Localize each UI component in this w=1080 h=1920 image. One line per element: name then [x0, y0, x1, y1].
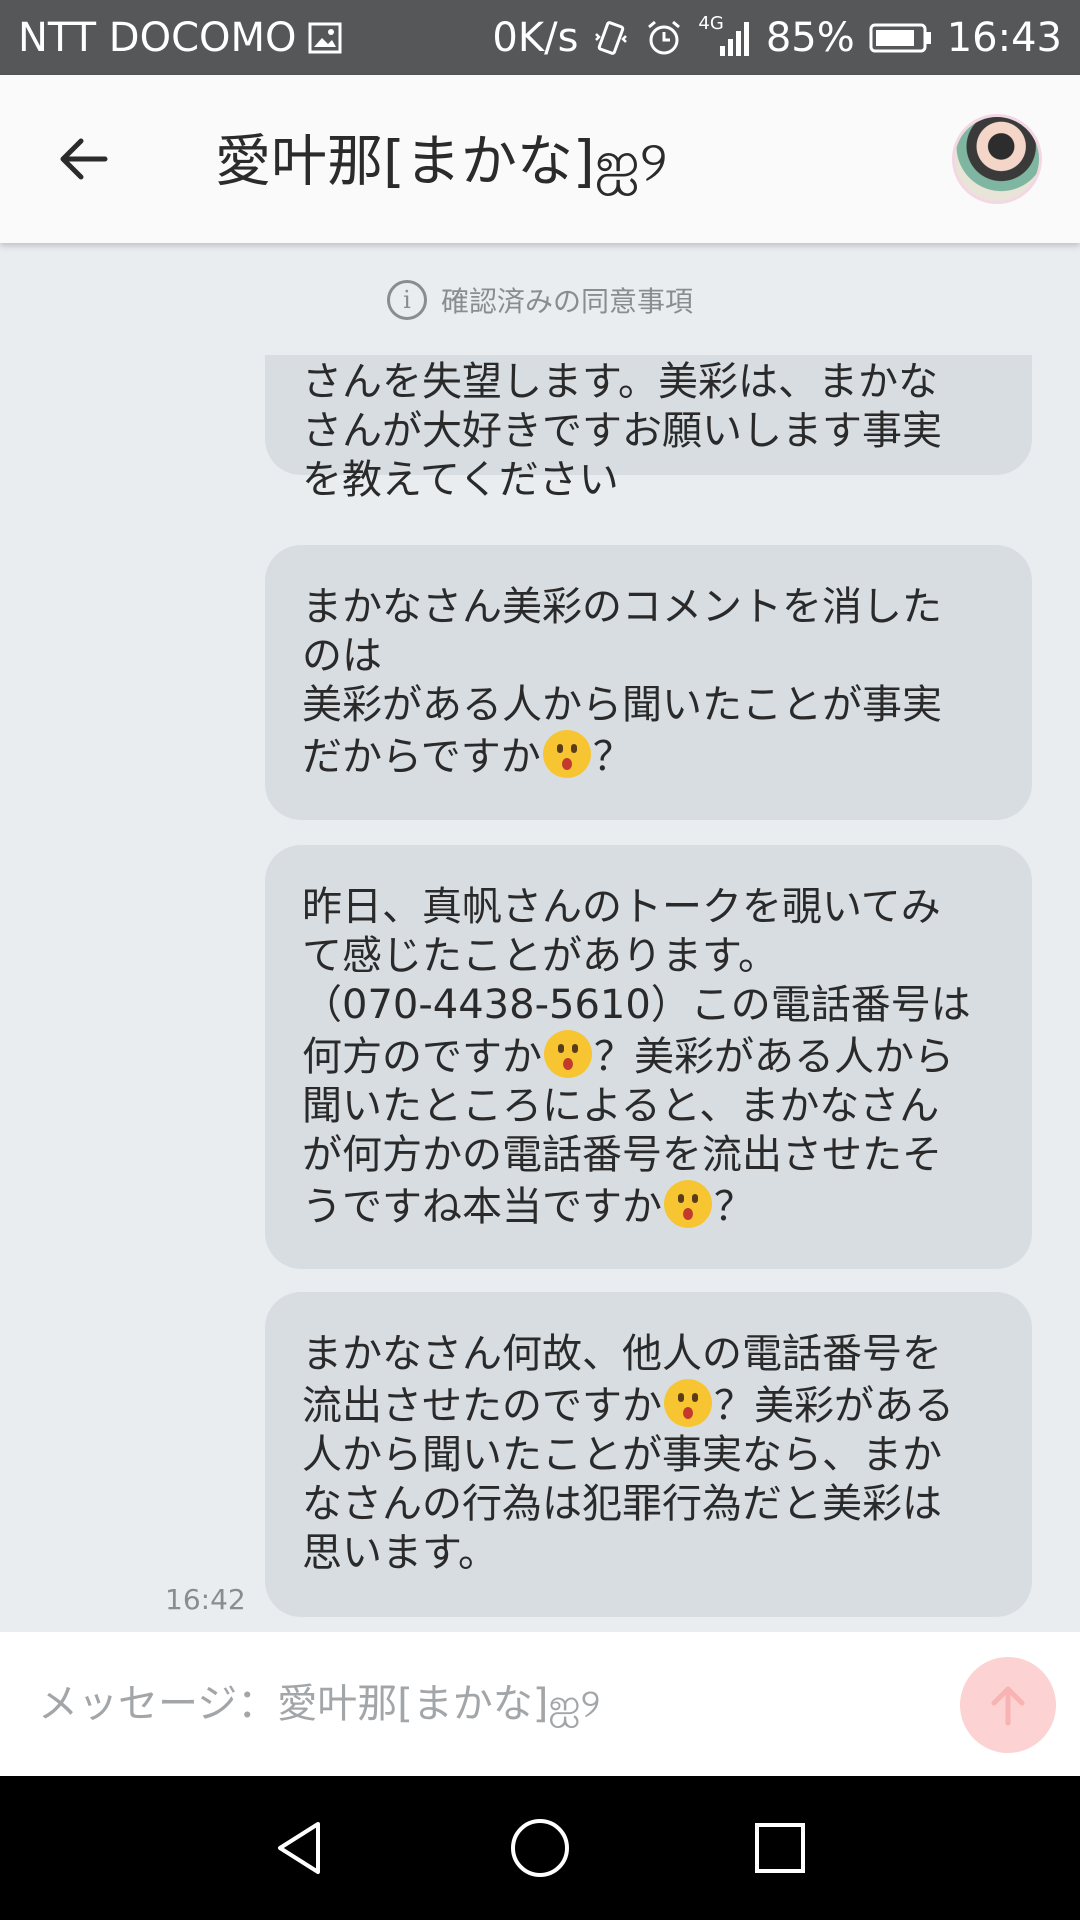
message-text: さんを失望します。美彩は、まかな さんが大好きですお願いします事実 を教えてくだ… — [302, 359, 942, 503]
message-input[interactable] — [38, 1664, 918, 1744]
send-button[interactable] — [960, 1657, 1056, 1753]
arrow-up-icon — [991, 1686, 1025, 1726]
battery-icon — [869, 22, 933, 54]
signal-icon: 4G — [698, 13, 751, 58]
status-left: NTT DOCOMO — [18, 15, 343, 61]
back-button[interactable] — [48, 124, 118, 194]
message-text: ？ — [714, 1184, 754, 1230]
battery-percent: 85% — [765, 14, 855, 61]
message-text: ？ — [592, 734, 633, 780]
nav-back-button[interactable] — [250, 1798, 350, 1898]
network-type: 4G — [698, 13, 724, 34]
carrier-name: NTT DOCOMO — [18, 14, 297, 61]
consent-notice[interactable]: i 確認済みの同意事項 — [0, 270, 1080, 330]
message-bubble[interactable]: さんを失望します。美彩は、まかな さんが大好きですお願いします事実 を教えてくだ… — [265, 355, 1032, 503]
home-circle-icon — [511, 1819, 569, 1877]
message-list[interactable]: さんを失望します。美彩は、まかな さんが大好きですお願いします事実 を教えてくだ… — [0, 355, 1080, 1630]
net-speed: 0K/s — [492, 14, 579, 61]
hushed-face-emoji-icon — [544, 1030, 592, 1078]
image-icon — [307, 20, 343, 56]
message-timestamp: 16:42 — [165, 1583, 246, 1616]
hushed-face-emoji-icon — [542, 730, 591, 778]
message-bubble[interactable]: まかなさん何故、他人の電話番号を 流出させたのですか ？美彩がある 人から聞いたこ… — [265, 1292, 1032, 1617]
consent-notice-text: 確認済みの同意事項 — [440, 285, 693, 318]
info-icon: i — [386, 280, 427, 320]
vibrate-icon — [592, 18, 630, 58]
status-right: 0K/s 4G 85% 16:43 — [492, 13, 1062, 61]
chat-title: 愛叶那[まかな]ஐ୨ — [215, 129, 668, 195]
alarm-icon — [644, 18, 684, 58]
back-triangle-icon — [278, 1822, 320, 1874]
hushed-face-emoji-icon — [664, 1379, 712, 1427]
app-bar: 愛叶那[まかな]ஐ୨ — [0, 75, 1080, 243]
status-bar: NTT DOCOMO 0K/s 4G 85% 16:43 — [0, 0, 1080, 75]
message-bubble[interactable]: 昨日、真帆さんのトークを覗いてみ て感じたことがあります。 （070-4438-… — [265, 845, 1032, 1269]
hushed-face-emoji-icon — [664, 1180, 712, 1228]
recents-square-icon — [755, 1823, 805, 1873]
avatar[interactable] — [952, 114, 1042, 204]
message-bubble[interactable]: まかなさん美彩のコメントを消した のは 美彩がある人から聞いたことが事実 だから… — [265, 545, 1032, 820]
arrow-left-icon — [60, 138, 108, 180]
nav-home-button[interactable] — [490, 1798, 590, 1898]
composer — [0, 1632, 1080, 1776]
clock: 16:43 — [946, 14, 1062, 61]
nav-recents-button[interactable] — [730, 1798, 830, 1898]
system-nav-bar — [0, 1776, 1080, 1920]
